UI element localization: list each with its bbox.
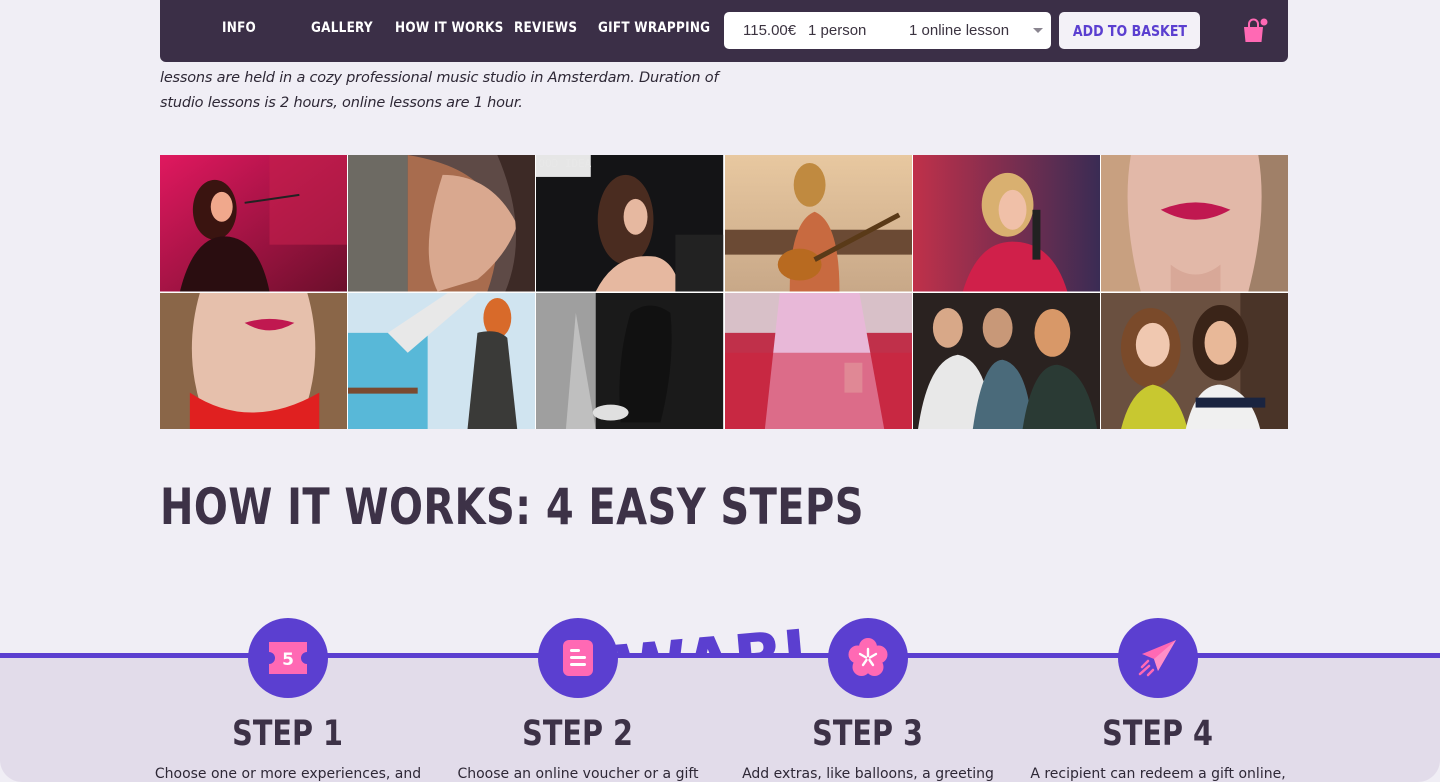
gallery-photo[interactable] bbox=[912, 292, 1100, 429]
gallery-photo[interactable] bbox=[912, 155, 1100, 292]
step-1-title: STEP 1 bbox=[232, 714, 344, 754]
nav-gift-wrapping-link[interactable]: GIFT WRAPPING bbox=[598, 20, 710, 36]
step-2-description: Choose an online voucher or a gift bbox=[457, 766, 699, 782]
selected-lesson-type: 1 online lesson bbox=[909, 22, 1010, 39]
ticket-five-icon: 5 bbox=[269, 642, 307, 674]
top-nav: INFO GALLERY HOW IT WORKS REVIEWS GIFT W… bbox=[160, 0, 1288, 62]
step-3-title: STEP 3 bbox=[812, 714, 924, 754]
step-3-description: Add extras, like balloons, a greeting bbox=[742, 766, 994, 782]
gallery-photo[interactable] bbox=[160, 292, 348, 429]
svg-text:5: 5 bbox=[282, 650, 294, 670]
voucher-list-icon bbox=[563, 640, 593, 676]
page: INFO GALLERY HOW IT WORKS REVIEWS GIFT W… bbox=[0, 0, 1440, 782]
chevron-down-icon bbox=[1033, 28, 1043, 33]
gallery-photo[interactable] bbox=[160, 155, 348, 292]
selected-price: 115.00€ bbox=[743, 22, 797, 39]
gallery-photo[interactable] bbox=[1100, 155, 1288, 292]
step-4-description: A recipient can redeem a gift online, bbox=[1030, 766, 1286, 782]
step-3-badge bbox=[828, 618, 908, 698]
steps-divider-line bbox=[0, 653, 1440, 658]
step-1-badge: 5 bbox=[248, 618, 328, 698]
how-it-works-heading: HOW IT WORKS: 4 EASY STEPS bbox=[160, 478, 864, 536]
step-1-description: Choose one or more experiences, and bbox=[154, 766, 422, 782]
intro-paragraph: lessons are held in a cozy professional … bbox=[160, 70, 719, 111]
photo-gallery: OOD IDEA bbox=[160, 155, 1288, 429]
gallery-photo[interactable] bbox=[724, 155, 912, 292]
gallery-photo[interactable] bbox=[724, 292, 912, 429]
gallery-photo[interactable] bbox=[1100, 292, 1288, 429]
nav-how-it-works-link[interactable]: HOW IT WORKS bbox=[395, 20, 504, 36]
shopping-bag-icon[interactable] bbox=[1241, 18, 1269, 44]
nav-info-link[interactable]: INFO bbox=[222, 20, 256, 36]
flower-icon bbox=[848, 638, 888, 676]
lesson-option-select[interactable]: 115.00€ 1 person 1 online lesson bbox=[724, 12, 1051, 49]
step-4-badge bbox=[1118, 618, 1198, 698]
gallery-photo[interactable] bbox=[536, 292, 724, 429]
add-to-basket-label: ADD TO BASKET bbox=[1072, 21, 1187, 40]
photo-caption: OOD IDEA bbox=[538, 157, 592, 170]
step-4-title: STEP 4 bbox=[1102, 714, 1214, 754]
gallery-photo[interactable] bbox=[348, 292, 536, 429]
wabi-text: WABI bbox=[612, 614, 811, 658]
step-2-title: STEP 2 bbox=[522, 714, 634, 754]
nav-gallery-link[interactable]: GALLERY bbox=[311, 20, 373, 36]
nav-reviews-link[interactable]: REVIEWS bbox=[514, 20, 577, 36]
paper-plane-icon bbox=[1138, 640, 1176, 677]
wabi-brand-mark: WABI bbox=[612, 614, 811, 658]
add-to-basket-button[interactable]: ADD TO BASKET bbox=[1059, 12, 1200, 49]
gallery-photo[interactable]: OOD IDEA bbox=[536, 155, 724, 292]
step-2-badge bbox=[538, 618, 618, 698]
selected-persons: 1 person bbox=[808, 22, 867, 39]
gallery-photo[interactable] bbox=[348, 155, 536, 292]
